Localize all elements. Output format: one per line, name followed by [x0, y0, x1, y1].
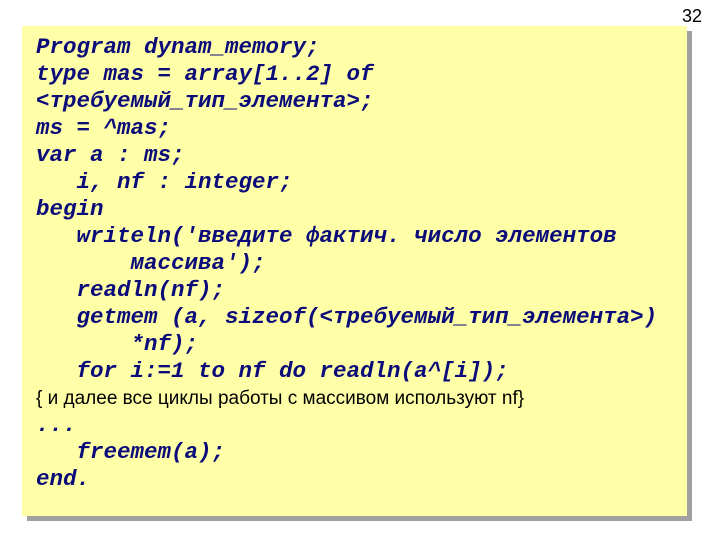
code-line: for i:=1 to nf do readln(a^[i]);	[36, 358, 673, 385]
code-line: <требуемый_тип_элемента>;	[36, 88, 673, 115]
code-line: Program dynam_memory;	[36, 34, 673, 61]
code-line: begin	[36, 196, 673, 223]
code-comment: { и далее все циклы работы с массивом ис…	[36, 385, 673, 412]
page-number: 32	[682, 6, 702, 27]
code-line: массива');	[36, 250, 673, 277]
code-line: getmem (a, sizeof(<требуемый_тип_элемент…	[36, 304, 673, 331]
code-line: freemem(a);	[36, 439, 673, 466]
code-line: i, nf : integer;	[36, 169, 673, 196]
code-line: ...	[36, 412, 673, 439]
code-line: *nf);	[36, 331, 673, 358]
code-line: var a : ms;	[36, 142, 673, 169]
code-box: Program dynam_memory; type mas = array[1…	[22, 26, 687, 516]
slide: 32 Program dynam_memory; type mas = arra…	[0, 0, 720, 540]
code-line: readln(nf);	[36, 277, 673, 304]
code-line: ms = ^mas;	[36, 115, 673, 142]
code-line: type mas = array[1..2] of	[36, 61, 673, 88]
code-line: writeln('введите фактич. число элементов	[36, 223, 673, 250]
code-line: end.	[36, 466, 673, 493]
